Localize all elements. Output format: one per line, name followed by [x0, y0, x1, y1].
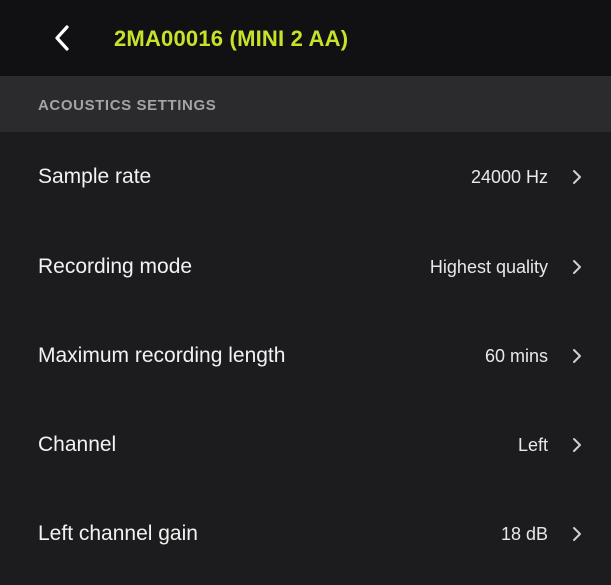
nav-header: 2MA00016 (MINI 2 AA): [0, 0, 611, 76]
setting-value: 18 dB: [500, 523, 548, 544]
section-header: ACOUSTICS SETTINGS: [0, 76, 611, 132]
setting-row-max-recording-length[interactable]: Maximum recording length 60 mins: [0, 311, 611, 400]
setting-label: Recording mode: [38, 254, 193, 278]
chevron-right-icon: [571, 525, 583, 543]
setting-label: Channel: [38, 432, 117, 456]
device-title: 2MA00016 (MINI 2 AA): [114, 26, 349, 51]
chevron-right-icon: [571, 168, 583, 186]
back-button[interactable]: [44, 20, 80, 56]
setting-value: Left: [517, 434, 548, 455]
setting-label: Maximum recording length: [38, 343, 286, 367]
chevron-right-icon: [571, 436, 583, 454]
setting-value: Highest quality: [429, 256, 548, 277]
setting-label: Left channel gain: [38, 521, 198, 545]
setting-value: 24000 Hz: [470, 167, 548, 187]
settings-list: Sample rate 24000 Hz Recording mode High…: [0, 132, 611, 578]
setting-row-channel[interactable]: Channel Left: [0, 400, 611, 489]
setting-label: Sample rate: [38, 165, 152, 188]
setting-row-left-channel-gain[interactable]: Left channel gain 18 dB: [0, 489, 611, 578]
chevron-right-icon: [571, 258, 583, 276]
setting-value: 60 mins: [484, 345, 548, 366]
setting-row-sample-rate[interactable]: Sample rate 24000 Hz: [0, 132, 611, 222]
chevron-right-icon: [571, 347, 583, 365]
setting-row-recording-mode[interactable]: Recording mode Highest quality: [0, 222, 611, 311]
section-title: ACOUSTICS SETTINGS: [38, 97, 217, 114]
chevron-left-icon: [55, 25, 69, 51]
